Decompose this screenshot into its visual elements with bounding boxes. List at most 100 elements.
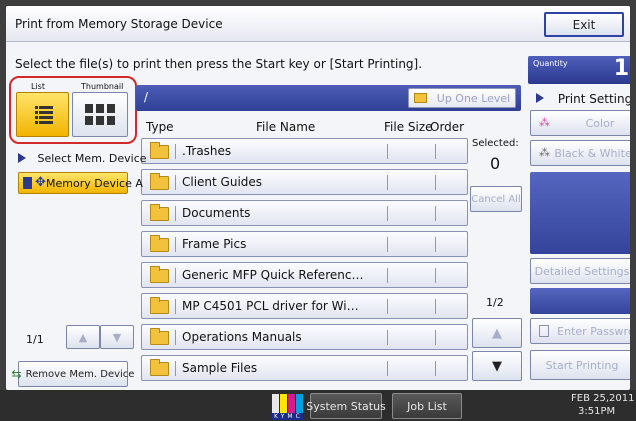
device-scroll-up-button[interactable]: ▲ bbox=[66, 325, 100, 349]
column-divider bbox=[387, 268, 388, 283]
arrow-down-icon: ▼ bbox=[112, 330, 122, 344]
path-bar: / Up One Level bbox=[136, 85, 521, 111]
column-divider bbox=[435, 206, 436, 221]
file-name: Documents bbox=[182, 206, 251, 220]
select-mem-device-label: Select Mem. Device bbox=[37, 152, 147, 165]
instruction-text: Select the file(s) to print then press t… bbox=[15, 57, 423, 71]
job-list-button[interactable]: Job List bbox=[392, 393, 462, 419]
folder-icon bbox=[150, 173, 169, 190]
settings-panel-block bbox=[530, 288, 630, 314]
column-divider bbox=[175, 206, 176, 221]
folder-icon bbox=[150, 204, 169, 221]
column-divider bbox=[175, 237, 176, 252]
column-divider bbox=[175, 175, 176, 190]
selected-count: 0 bbox=[490, 154, 501, 173]
folder-icon bbox=[150, 297, 169, 314]
file-row[interactable]: Sample Files bbox=[141, 355, 468, 381]
lock-doc-icon bbox=[539, 325, 549, 337]
list-view-label: List bbox=[31, 82, 45, 91]
up-one-level-label: Up One Level bbox=[436, 91, 511, 105]
file-scroll-up-button[interactable]: ▲ bbox=[472, 318, 522, 348]
device-scroll-down-button[interactable]: ▼ bbox=[100, 325, 134, 349]
column-divider bbox=[175, 330, 176, 345]
list-icon bbox=[35, 106, 53, 124]
print-settings-label: Print Settings bbox=[557, 92, 630, 106]
column-header-order: Order bbox=[430, 120, 465, 134]
quantity-value: 1 bbox=[613, 56, 629, 81]
file-row[interactable]: Client Guides bbox=[141, 169, 468, 195]
file-row[interactable]: Documents bbox=[141, 200, 468, 226]
memory-device-a-button[interactable]: ✥ Memory Device A bbox=[18, 172, 143, 194]
select-mem-device[interactable]: Select Mem. Device bbox=[18, 152, 147, 165]
file-row[interactable]: .Trashes bbox=[141, 138, 468, 164]
memory-card-icon bbox=[23, 177, 32, 189]
exit-button[interactable]: Exit bbox=[544, 12, 624, 37]
black-and-white-button[interactable]: ⁂ Black & White bbox=[530, 140, 630, 166]
file-row[interactable]: Generic MFP Quick Referenc… bbox=[141, 262, 468, 288]
quantity-label: Quantity bbox=[533, 59, 568, 68]
file-row[interactable]: MP C4501 PCL driver for Wi… bbox=[141, 293, 468, 319]
column-divider bbox=[435, 268, 436, 283]
file-name: .Trashes bbox=[182, 144, 232, 158]
column-divider bbox=[175, 268, 176, 283]
file-scroll-down-button[interactable]: ▼ bbox=[472, 351, 522, 381]
folder-icon bbox=[150, 235, 169, 252]
triangle-right-icon bbox=[18, 153, 26, 163]
file-row[interactable]: Operations Manuals bbox=[141, 324, 468, 350]
device-page-indicator: 1/1 bbox=[26, 333, 44, 346]
column-header-type: Type bbox=[146, 120, 174, 134]
file-row[interactable]: Frame Pics bbox=[141, 231, 468, 257]
enter-password-button[interactable]: Enter Passwrd bbox=[530, 318, 630, 344]
file-name: Generic MFP Quick Referenc… bbox=[182, 268, 364, 282]
remove-mem-device-button[interactable]: ⇆ Remove Mem. Device bbox=[12, 361, 134, 387]
triangle-right-icon bbox=[536, 93, 544, 103]
column-divider bbox=[175, 144, 176, 159]
column-divider bbox=[387, 144, 388, 159]
grid-icon bbox=[85, 103, 115, 125]
file-name: Frame Pics bbox=[182, 237, 247, 251]
color-drops-icon: ⁂ bbox=[539, 116, 550, 129]
column-divider bbox=[175, 299, 176, 314]
folder-icon bbox=[150, 266, 169, 283]
column-divider bbox=[435, 330, 436, 345]
up-one-level-button[interactable]: Up One Level bbox=[408, 88, 516, 108]
start-printing-button[interactable]: Start Printing bbox=[530, 350, 630, 380]
time-display: 3:51PM bbox=[578, 406, 616, 417]
selected-label: Selected: bbox=[472, 138, 519, 149]
enter-password-label: Enter Passwrd bbox=[557, 324, 630, 338]
column-divider bbox=[435, 237, 436, 252]
folder-icon bbox=[150, 142, 169, 159]
black-white-label: Black & White bbox=[554, 146, 630, 160]
date-display: FEB 25,2011 bbox=[571, 393, 635, 404]
system-status-button[interactable]: System Status bbox=[306, 393, 386, 419]
arrow-up-icon: ▲ bbox=[492, 325, 502, 341]
file-name: Client Guides bbox=[182, 175, 263, 189]
column-header-file-size: File Size bbox=[384, 120, 433, 134]
arrow-up-icon: ▲ bbox=[78, 330, 88, 344]
file-name: Sample Files bbox=[182, 361, 258, 375]
column-divider bbox=[175, 361, 176, 376]
column-header-file-name: File Name bbox=[256, 120, 316, 134]
page-title: Print from Memory Storage Device bbox=[15, 17, 223, 31]
column-divider bbox=[387, 361, 388, 376]
thumbnail-view-button[interactable] bbox=[72, 92, 128, 137]
file-name: Operations Manuals bbox=[182, 330, 302, 344]
cancel-all-button[interactable]: Cancel All bbox=[470, 186, 522, 212]
screen: Print from Memory Storage Device Exit Se… bbox=[6, 6, 630, 390]
list-view-button[interactable] bbox=[16, 92, 69, 137]
file-page-indicator: 1/2 bbox=[486, 296, 504, 309]
detailed-settings-button[interactable]: Detailed Settings bbox=[530, 258, 630, 284]
usb-icon: ✥ bbox=[35, 175, 46, 190]
folder-icon bbox=[150, 328, 169, 345]
color-label: Color bbox=[585, 116, 615, 130]
column-divider bbox=[387, 299, 388, 314]
file-name: MP C4501 PCL driver for Wi… bbox=[182, 299, 359, 313]
folder-up-icon bbox=[413, 93, 427, 103]
column-divider bbox=[387, 330, 388, 345]
column-divider bbox=[387, 237, 388, 252]
color-button[interactable]: ⁂ Color bbox=[530, 110, 630, 136]
column-divider bbox=[435, 361, 436, 376]
toner-levels-icon: KYMC bbox=[270, 391, 308, 421]
arrow-down-icon: ▼ bbox=[492, 358, 502, 374]
column-divider bbox=[435, 144, 436, 159]
